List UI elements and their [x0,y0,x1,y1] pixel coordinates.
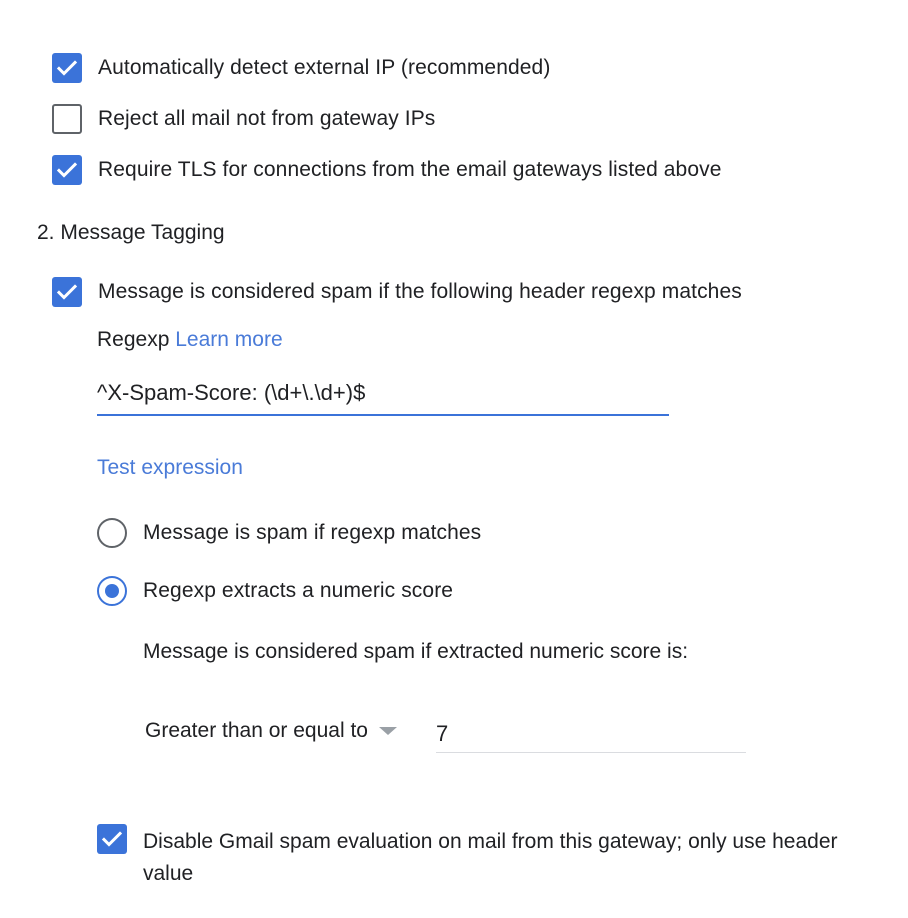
disable-gmail-label-line1: Disable Gmail spam evaluation on mail fr… [143,830,838,853]
auto-detect-ip-checkbox[interactable] [52,53,82,83]
disable-gmail-checkbox[interactable] [97,824,127,854]
disable-gmail-option[interactable] [97,824,129,856]
checkmark-icon [56,60,78,76]
regexp-label: Regexp [97,328,170,351]
reject-non-gateway-option[interactable]: Reject all mail not from gateway IPs [52,104,435,134]
reject-non-gateway-checkbox[interactable] [52,104,82,134]
comparator-value: Greater than or equal to [145,719,368,742]
checkmark-icon [101,831,123,847]
checkmark-icon [56,284,78,300]
checkmark-icon [56,162,78,178]
auto-detect-ip-option[interactable]: Automatically detect external IP (recomm… [52,53,550,83]
spam-header-option[interactable]: Message is considered spam if the follow… [52,277,742,307]
disable-gmail-label-line2: value [143,862,194,885]
mode-score-label: Regexp extracts a numeric score [143,579,454,602]
section-heading: 2. Message Tagging [37,221,225,244]
require-tls-checkbox[interactable] [52,155,82,185]
test-expression-link[interactable]: Test expression [97,456,243,480]
regexp-input[interactable]: ^X-Spam-Score: (\d+\.\d+)$ [97,380,365,406]
require-tls-label: Require TLS for connections from the ema… [98,158,722,181]
regexp-label-row: Regexp Learn more [97,328,283,352]
regexp-field[interactable]: ^X-Spam-Score: (\d+\.\d+)$ [97,372,669,416]
mode-matches-radio[interactable] [97,518,127,548]
comparator-select[interactable]: Greater than or equal to [145,719,398,743]
mode-matches-label: Message is spam if regexp matches [143,521,482,544]
mode-option-matches[interactable]: Message is spam if regexp matches [97,518,481,548]
auto-detect-ip-label: Automatically detect external IP (recomm… [98,56,551,79]
learn-more-link[interactable]: Learn more [175,328,282,351]
threshold-input[interactable]: 7 [436,721,448,747]
reject-non-gateway-label: Reject all mail not from gateway IPs [98,107,436,130]
radio-selected-dot [105,584,119,598]
mode-option-score[interactable]: Regexp extracts a numeric score [97,576,453,606]
spam-header-label: Message is considered spam if the follow… [98,280,742,303]
mode-score-radio[interactable] [97,576,127,606]
require-tls-option[interactable]: Require TLS for connections from the ema… [52,155,722,185]
score-rule-description: Message is considered spam if extracted … [143,640,689,663]
disable-gmail-label: Disable Gmail spam evaluation on mail fr… [143,826,883,890]
spam-header-checkbox[interactable] [52,277,82,307]
threshold-field[interactable]: 7 [436,715,746,753]
chevron-down-icon [378,727,397,735]
